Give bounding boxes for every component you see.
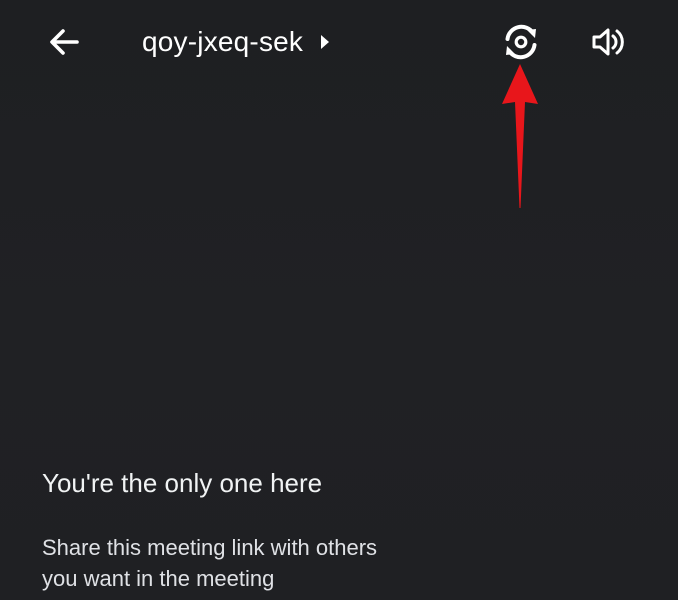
annotation-arrow xyxy=(502,64,538,208)
empty-state-title: You're the only one here xyxy=(42,468,323,498)
caret-right-icon xyxy=(319,33,331,51)
empty-state-description-line: you want in the meeting xyxy=(42,566,275,591)
switch-camera-icon xyxy=(505,24,537,60)
empty-state: You're the only one here Share this meet… xyxy=(42,462,502,594)
back-button[interactable] xyxy=(42,20,86,64)
arrow-left-icon xyxy=(50,29,79,55)
top-app-bar: qoy-jxeq-sek xyxy=(0,0,678,84)
empty-state-description-line: Share this meeting link with others xyxy=(42,535,378,560)
empty-state-description: Share this meeting link with others you … xyxy=(42,532,502,594)
speaker-volume-icon xyxy=(592,28,624,56)
audio-output-button[interactable] xyxy=(584,18,632,66)
meeting-details-button[interactable]: qoy-jxeq-sek xyxy=(142,20,331,64)
switch-camera-button[interactable] xyxy=(496,18,546,66)
meeting-code: qoy-jxeq-sek xyxy=(142,26,304,57)
